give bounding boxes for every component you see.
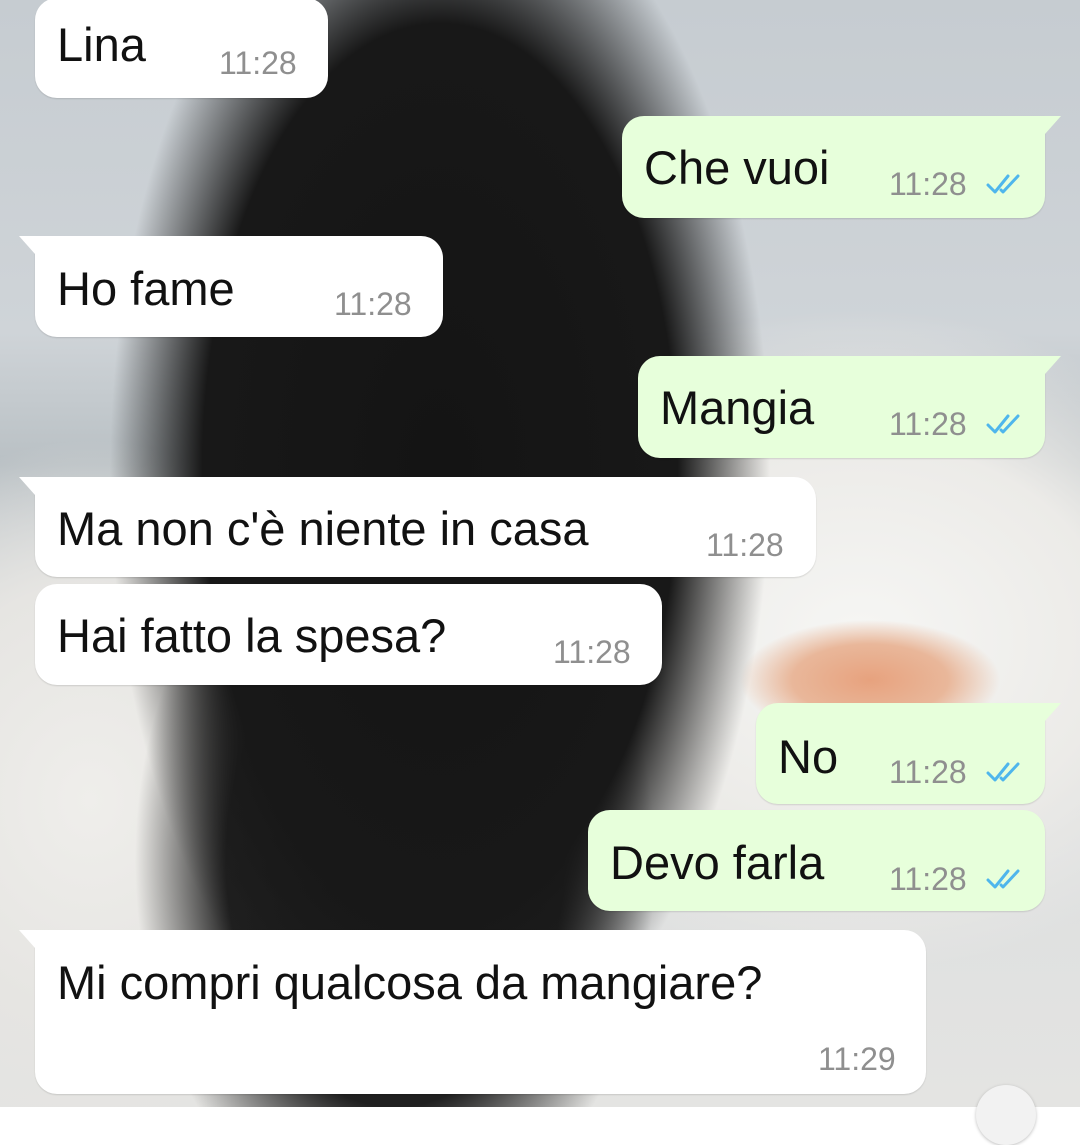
message-bubble-outgoing[interactable]: Mangia 11:28 <box>638 356 1061 458</box>
message-time: 11:28 <box>334 286 412 322</box>
message-time: 11:29 <box>818 1041 896 1077</box>
double-check-read-icon <box>986 869 1020 889</box>
message-text: Che vuoi <box>644 141 830 194</box>
double-check-read-icon <box>986 414 1020 434</box>
message-time: 11:28 <box>889 166 967 202</box>
message-text: Lina <box>57 18 146 71</box>
message-bubble-outgoing[interactable]: Che vuoi 11:28 <box>622 116 1061 218</box>
message-bubble-incoming[interactable]: Ho fame 11:28 <box>19 236 443 337</box>
message-text: No <box>778 730 839 783</box>
double-check-read-icon <box>986 762 1020 782</box>
message-time: 11:28 <box>219 45 297 81</box>
message-time: 11:28 <box>706 527 784 563</box>
message-text: Hai fatto la spesa? <box>57 609 447 662</box>
message-time: 11:28 <box>553 634 631 670</box>
message-time: 11:28 <box>889 754 967 790</box>
message-text: Devo farla <box>610 836 825 889</box>
message-time: 11:28 <box>889 861 967 897</box>
message-bubble-incoming[interactable]: Hai fatto la spesa? 11:28 <box>35 584 662 685</box>
message-bubble-outgoing[interactable]: No 11:28 <box>756 703 1061 804</box>
message-time: 11:28 <box>889 406 967 442</box>
message-text: Mangia <box>660 381 815 434</box>
message-text: Ho fame <box>57 262 235 315</box>
message-bubble-incoming[interactable]: Ma non c'è niente in casa 11:28 <box>19 477 816 577</box>
message-bubble-incoming[interactable]: Lina 11:28 <box>35 0 328 98</box>
message-bubble-incoming[interactable]: Mi compri qualcosa da mangiare? 11:29 <box>19 930 926 1094</box>
scroll-to-bottom-button[interactable] <box>976 1085 1036 1145</box>
message-text: Ma non c'è niente in casa <box>57 502 589 555</box>
double-check-read-icon <box>986 174 1020 194</box>
message-bubble-outgoing[interactable]: Devo farla 11:28 <box>588 810 1045 911</box>
message-text: Mi compri qualcosa da mangiare? <box>57 956 763 1009</box>
